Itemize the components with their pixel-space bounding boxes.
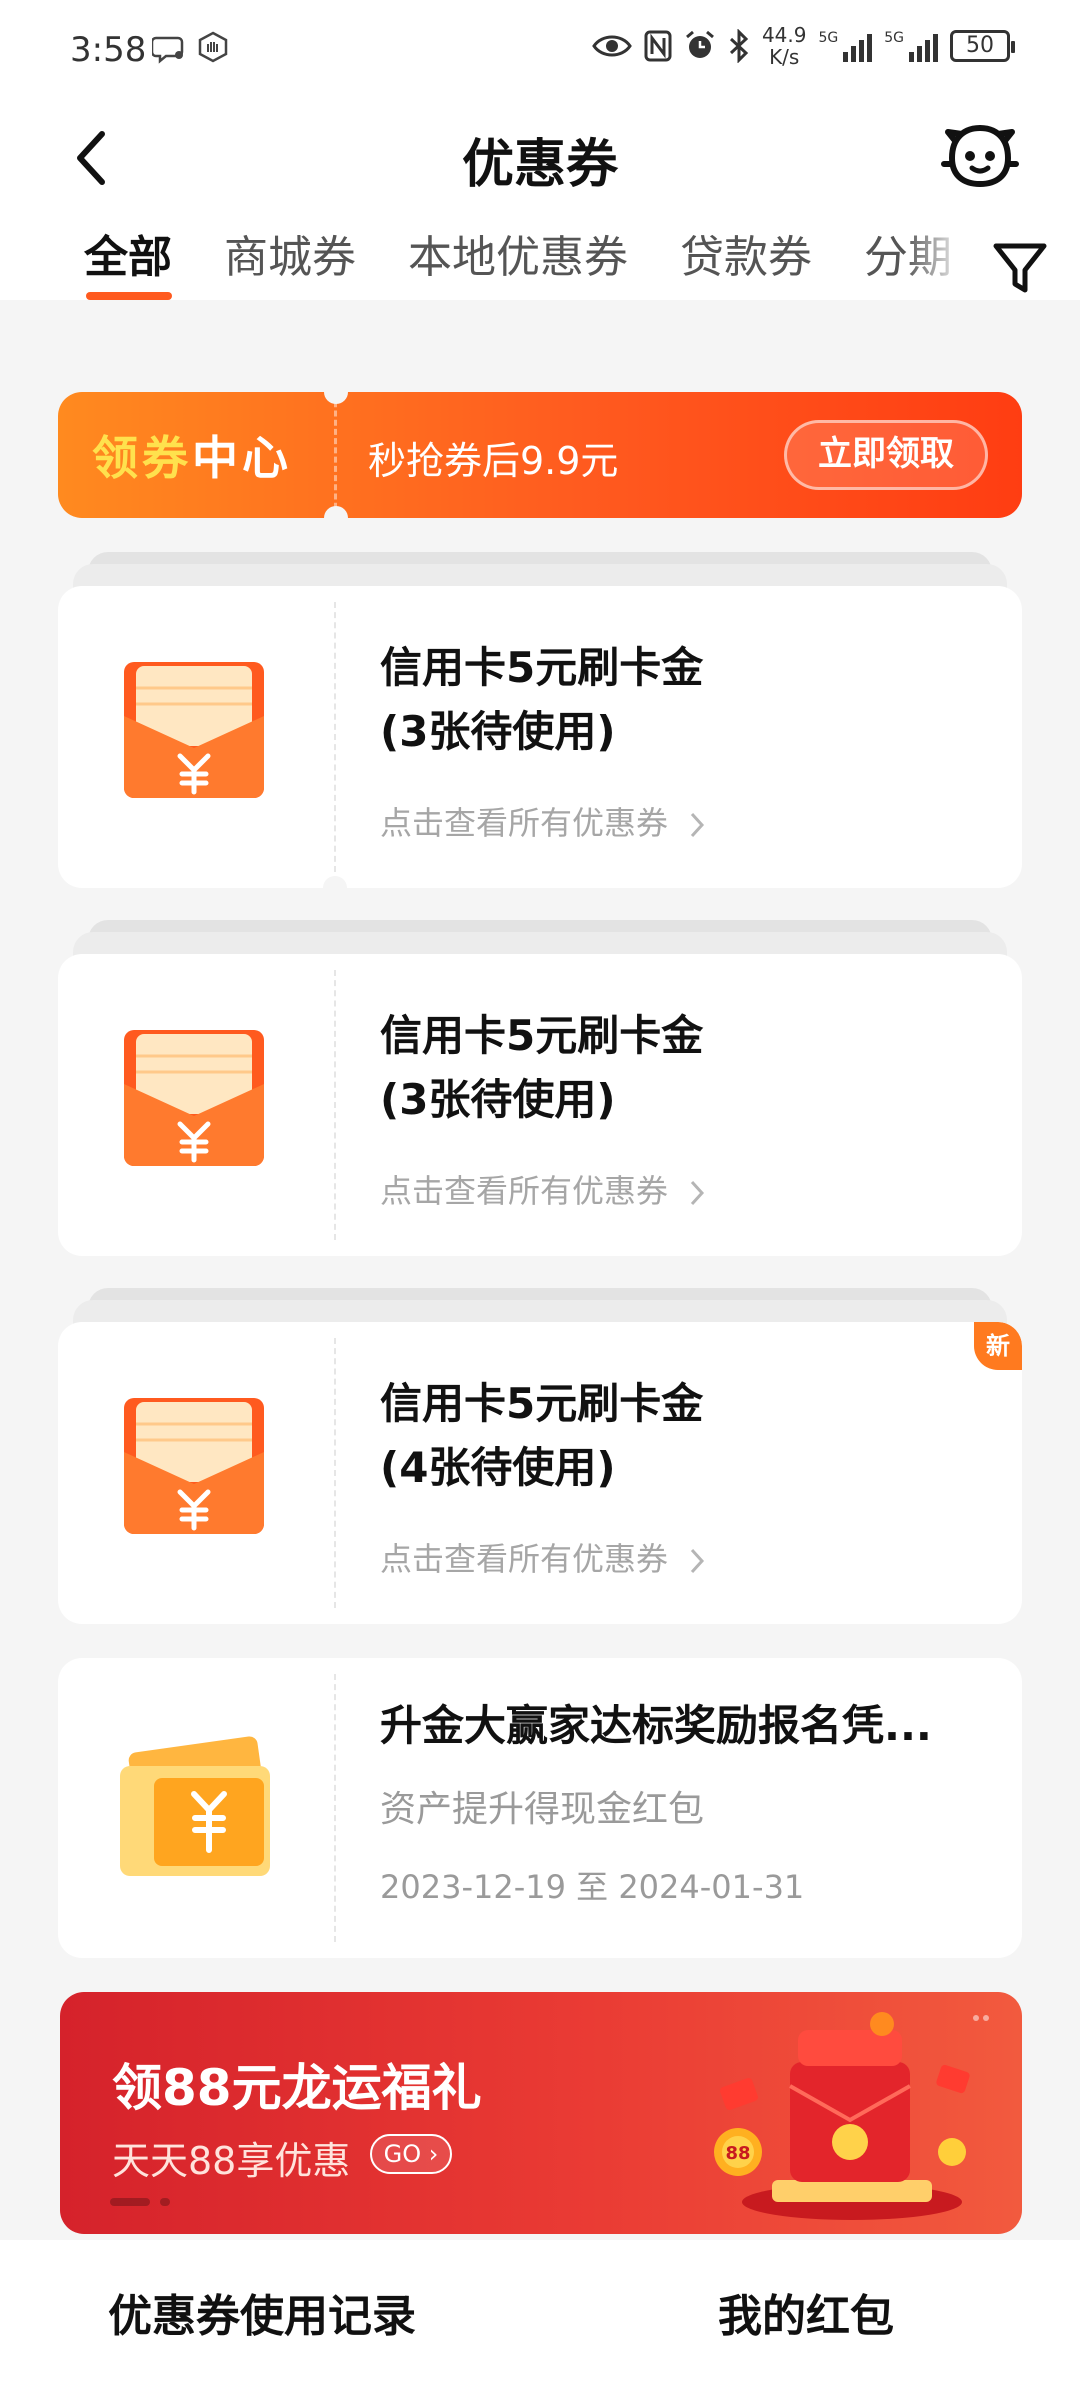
banner-title-part2: 中心 [192,431,292,485]
coupon-card[interactable]: 信用卡5元刷卡金 (3张待使用) 点击查看所有优惠券 [58,586,1022,888]
status-bar: 3:58 44.9 K/s 5G 5G 50 [0,0,1080,100]
chevron-right-icon: › [421,2140,439,2168]
carousel-indicator [110,2198,170,2206]
chat-bubble-icon [152,36,184,64]
filter-icon[interactable] [990,238,1050,298]
promo-banner[interactable]: 领88元龙运福礼 天天88享优惠 GO › 88 [60,1992,1022,2234]
claim-now-button[interactable]: 立即领取 [784,420,988,490]
coupon-card[interactable]: 信用卡5元刷卡金 (3张待使用) 点击查看所有优惠券 [58,954,1022,1256]
red-envelope-icon [124,1030,264,1166]
view-all-coupons-text: 点击查看所有优惠券 [380,1172,669,1210]
view-all-coupons-link[interactable]: 点击查看所有优惠券 [380,1166,706,1212]
tab-label: 本地优惠券 [408,232,628,283]
banner-subtitle: 秒抢券后9.9元 [368,439,619,483]
coupon-card[interactable]: 信用卡5元刷卡金 (4张待使用) 点击查看所有优惠券 新 [58,1322,1022,1624]
tab-mall-coupons[interactable]: 商城券 [224,230,356,300]
voucher-card[interactable]: 升金大赢家达标奖励报名凭... 资产提升得现金红包 2023-12-19 至 2… [58,1658,1022,1958]
banner-divider [334,392,337,518]
banner-title-part1: 领券 [92,431,192,485]
page-title: 优惠券 [461,135,618,195]
coupon-group: 信用卡5元刷卡金 (4张待使用) 点击查看所有优惠券 新 [58,1288,1022,1624]
tab-bar: 全部 商城券 本地优惠券 贷款券 分期 [0,230,960,300]
coupon-title-line2: (3张待使用) [380,1075,616,1124]
banner-title: 领券中心 [92,422,292,488]
coupon-center-banner[interactable]: 领券中心 秒抢券后9.9元 立即领取 [58,392,1022,518]
view-all-coupons-link[interactable]: 点击查看所有优惠券 [380,798,706,844]
card-divider [334,1674,336,1942]
tabs-fade [905,230,965,300]
coupon-title: 信用卡5元刷卡金 (3张待使用) [380,1004,703,1132]
card-notch [323,876,347,900]
view-all-coupons-text: 点击查看所有优惠券 [380,804,669,842]
go-button-label: GO [383,2140,422,2168]
card-divider [334,970,336,1240]
status-right-icons: 44.9 K/s 5G 5G 50 [592,24,1015,68]
alarm-icon [685,30,714,58]
coin-label: 88 [725,2143,750,2164]
nfc-icon [644,30,672,62]
status-time: 3:58 [70,30,147,70]
network-speed-value: 44.9 [761,23,807,47]
card-divider [334,1338,336,1608]
coupon-usage-history-button[interactable]: 优惠券使用记录 [108,2280,416,2344]
promo-subtitle: 天天88享优惠 [112,2139,351,2183]
hand-icon [198,31,228,63]
yuan-ticket-icon [120,1736,270,1876]
bottom-bar: 优惠券使用记录 我的红包 [0,2240,1080,2400]
chevron-right-icon [691,1548,705,1574]
coupon-title-line1: 信用卡5元刷卡金 [380,1011,704,1060]
red-envelope-icon [124,662,264,798]
promo-title: 领88元龙运福礼 [112,2059,482,2117]
network-speed: 44.9 K/s [762,24,807,68]
tab-active-indicator [86,292,172,300]
red-envelope-gift-illustration: 88 [714,2012,989,2220]
new-badge: 新 [974,1322,1022,1370]
red-envelope-icon [124,1398,264,1534]
card-divider [334,602,336,872]
tab-label: 贷款券 [680,232,812,283]
tab-local-coupons[interactable]: 本地优惠券 [408,230,628,300]
voucher-title: 升金大赢家达标奖励报名凭... [380,1701,932,1750]
coupon-group: 信用卡5元刷卡金 (3张待使用) 点击查看所有优惠券 [58,920,1022,1256]
banner-notch-bottom [324,506,348,518]
coupon-title-line2: (4张待使用) [380,1443,616,1492]
customer-service-icon[interactable] [940,118,1020,198]
sim2-label: 5G [884,30,904,46]
voucher-date-range: 2023-12-19 至 2024-01-31 [380,1868,805,1906]
coupon-title-line1: 信用卡5元刷卡金 [380,643,704,692]
signal-sim2-icon: 5G [884,30,938,62]
go-button[interactable]: GO › [370,2134,452,2174]
coupon-title-line2: (3张待使用) [380,707,616,756]
bluetooth-icon [729,29,749,63]
tab-loan-coupons[interactable]: 贷款券 [680,230,812,300]
coupon-title: 信用卡5元刷卡金 (3张待使用) [380,636,703,764]
coupon-group: 信用卡5元刷卡金 (3张待使用) 点击查看所有优惠券 [58,552,1022,900]
view-all-coupons-text: 点击查看所有优惠券 [380,1540,669,1578]
banner-notch-top [324,392,348,404]
tab-label: 商城券 [224,232,356,283]
eye-icon [592,35,632,57]
sim1-label: 5G [818,30,839,46]
signal-sim1-icon: 5G [818,30,873,62]
coupon-title-line1: 信用卡5元刷卡金 [380,1379,704,1428]
my-red-packets-button[interactable]: 我的红包 [718,2280,894,2344]
chevron-right-icon [691,812,705,838]
tab-label: 全部 [84,232,172,283]
header: 优惠券 全部 商城券 本地优惠券 贷款券 分期 [0,100,1080,300]
battery-icon: 50 [950,30,1015,62]
coupon-title: 信用卡5元刷卡金 (4张待使用) [380,1372,703,1500]
tab-all[interactable]: 全部 [84,230,172,300]
network-speed-unit: K/s [769,45,800,69]
chevron-right-icon [691,1180,705,1206]
view-all-coupons-link[interactable]: 点击查看所有优惠券 [380,1534,706,1580]
status-left-icons [152,30,230,64]
voucher-subtitle: 资产提升得现金红包 [380,1789,705,1830]
